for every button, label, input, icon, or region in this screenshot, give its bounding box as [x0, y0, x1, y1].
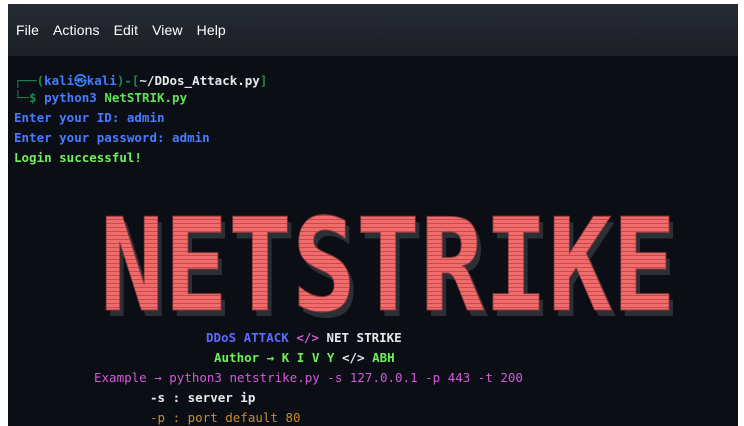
command-line: └─$ python3 NetSTRIK.py — [14, 90, 187, 105]
password-prompt-line: Enter your password: admin — [14, 130, 210, 145]
prompt-bracket: ] — [259, 73, 268, 88]
title-ddos: DDoS ATTACK — [206, 330, 289, 345]
example-line: Example → python3 netstrike.py -s 127.0.… — [94, 370, 523, 385]
menu-help[interactable]: Help — [195, 20, 228, 40]
command-file: NetSTRIK.py — [104, 90, 188, 105]
netstrike-banner: NETSTRIKE NETSTRIKE — [92, 200, 682, 324]
title-line: DDoS ATTACK </> NET STRIKE — [206, 330, 402, 345]
author-name: Author → K I V Y — [214, 350, 335, 365]
menu-actions[interactable]: Actions — [51, 20, 102, 40]
banner-text: NETSTRIKE — [100, 200, 676, 324]
author-separator: </> — [341, 350, 365, 365]
menu-bar: File Actions Edit View Help — [8, 4, 738, 56]
prompt-symbol: └─$ — [14, 90, 45, 105]
terminal-output[interactable]: ┌──(kali㉿kali)-[~/DDos_Attack.py] └─$ py… — [14, 68, 738, 426]
option-s-line: -s : server ip — [150, 390, 256, 405]
author-line: Author → K I V Y </> ABH — [214, 350, 395, 365]
prompt-corner: ┌──( — [14, 73, 45, 88]
menu-edit[interactable]: Edit — [112, 20, 141, 40]
option-p-line: -p : port default 80 — [150, 410, 301, 425]
prompt-path: ~/DDos_Attack.py — [139, 73, 260, 88]
menu-file[interactable]: File — [14, 20, 41, 40]
menu-view[interactable]: View — [150, 20, 185, 40]
prompt-separator: )-[ — [116, 73, 140, 88]
title-separator: </> — [296, 330, 319, 345]
author-tail: ABH — [372, 350, 395, 365]
id-prompt-line: Enter your ID: admin — [14, 110, 165, 125]
title-netstrike: NET STRIKE — [326, 330, 402, 345]
prompt-line: ┌──(kali㉿kali)-[~/DDos_Attack.py] — [14, 70, 267, 89]
command-prefix: python3 — [44, 90, 105, 105]
login-status-line: Login successful! — [14, 150, 142, 165]
prompt-user: kali㉿kali — [44, 73, 117, 88]
terminal-window: File Actions Edit View Help ┌──(kali㉿kal… — [8, 4, 738, 426]
